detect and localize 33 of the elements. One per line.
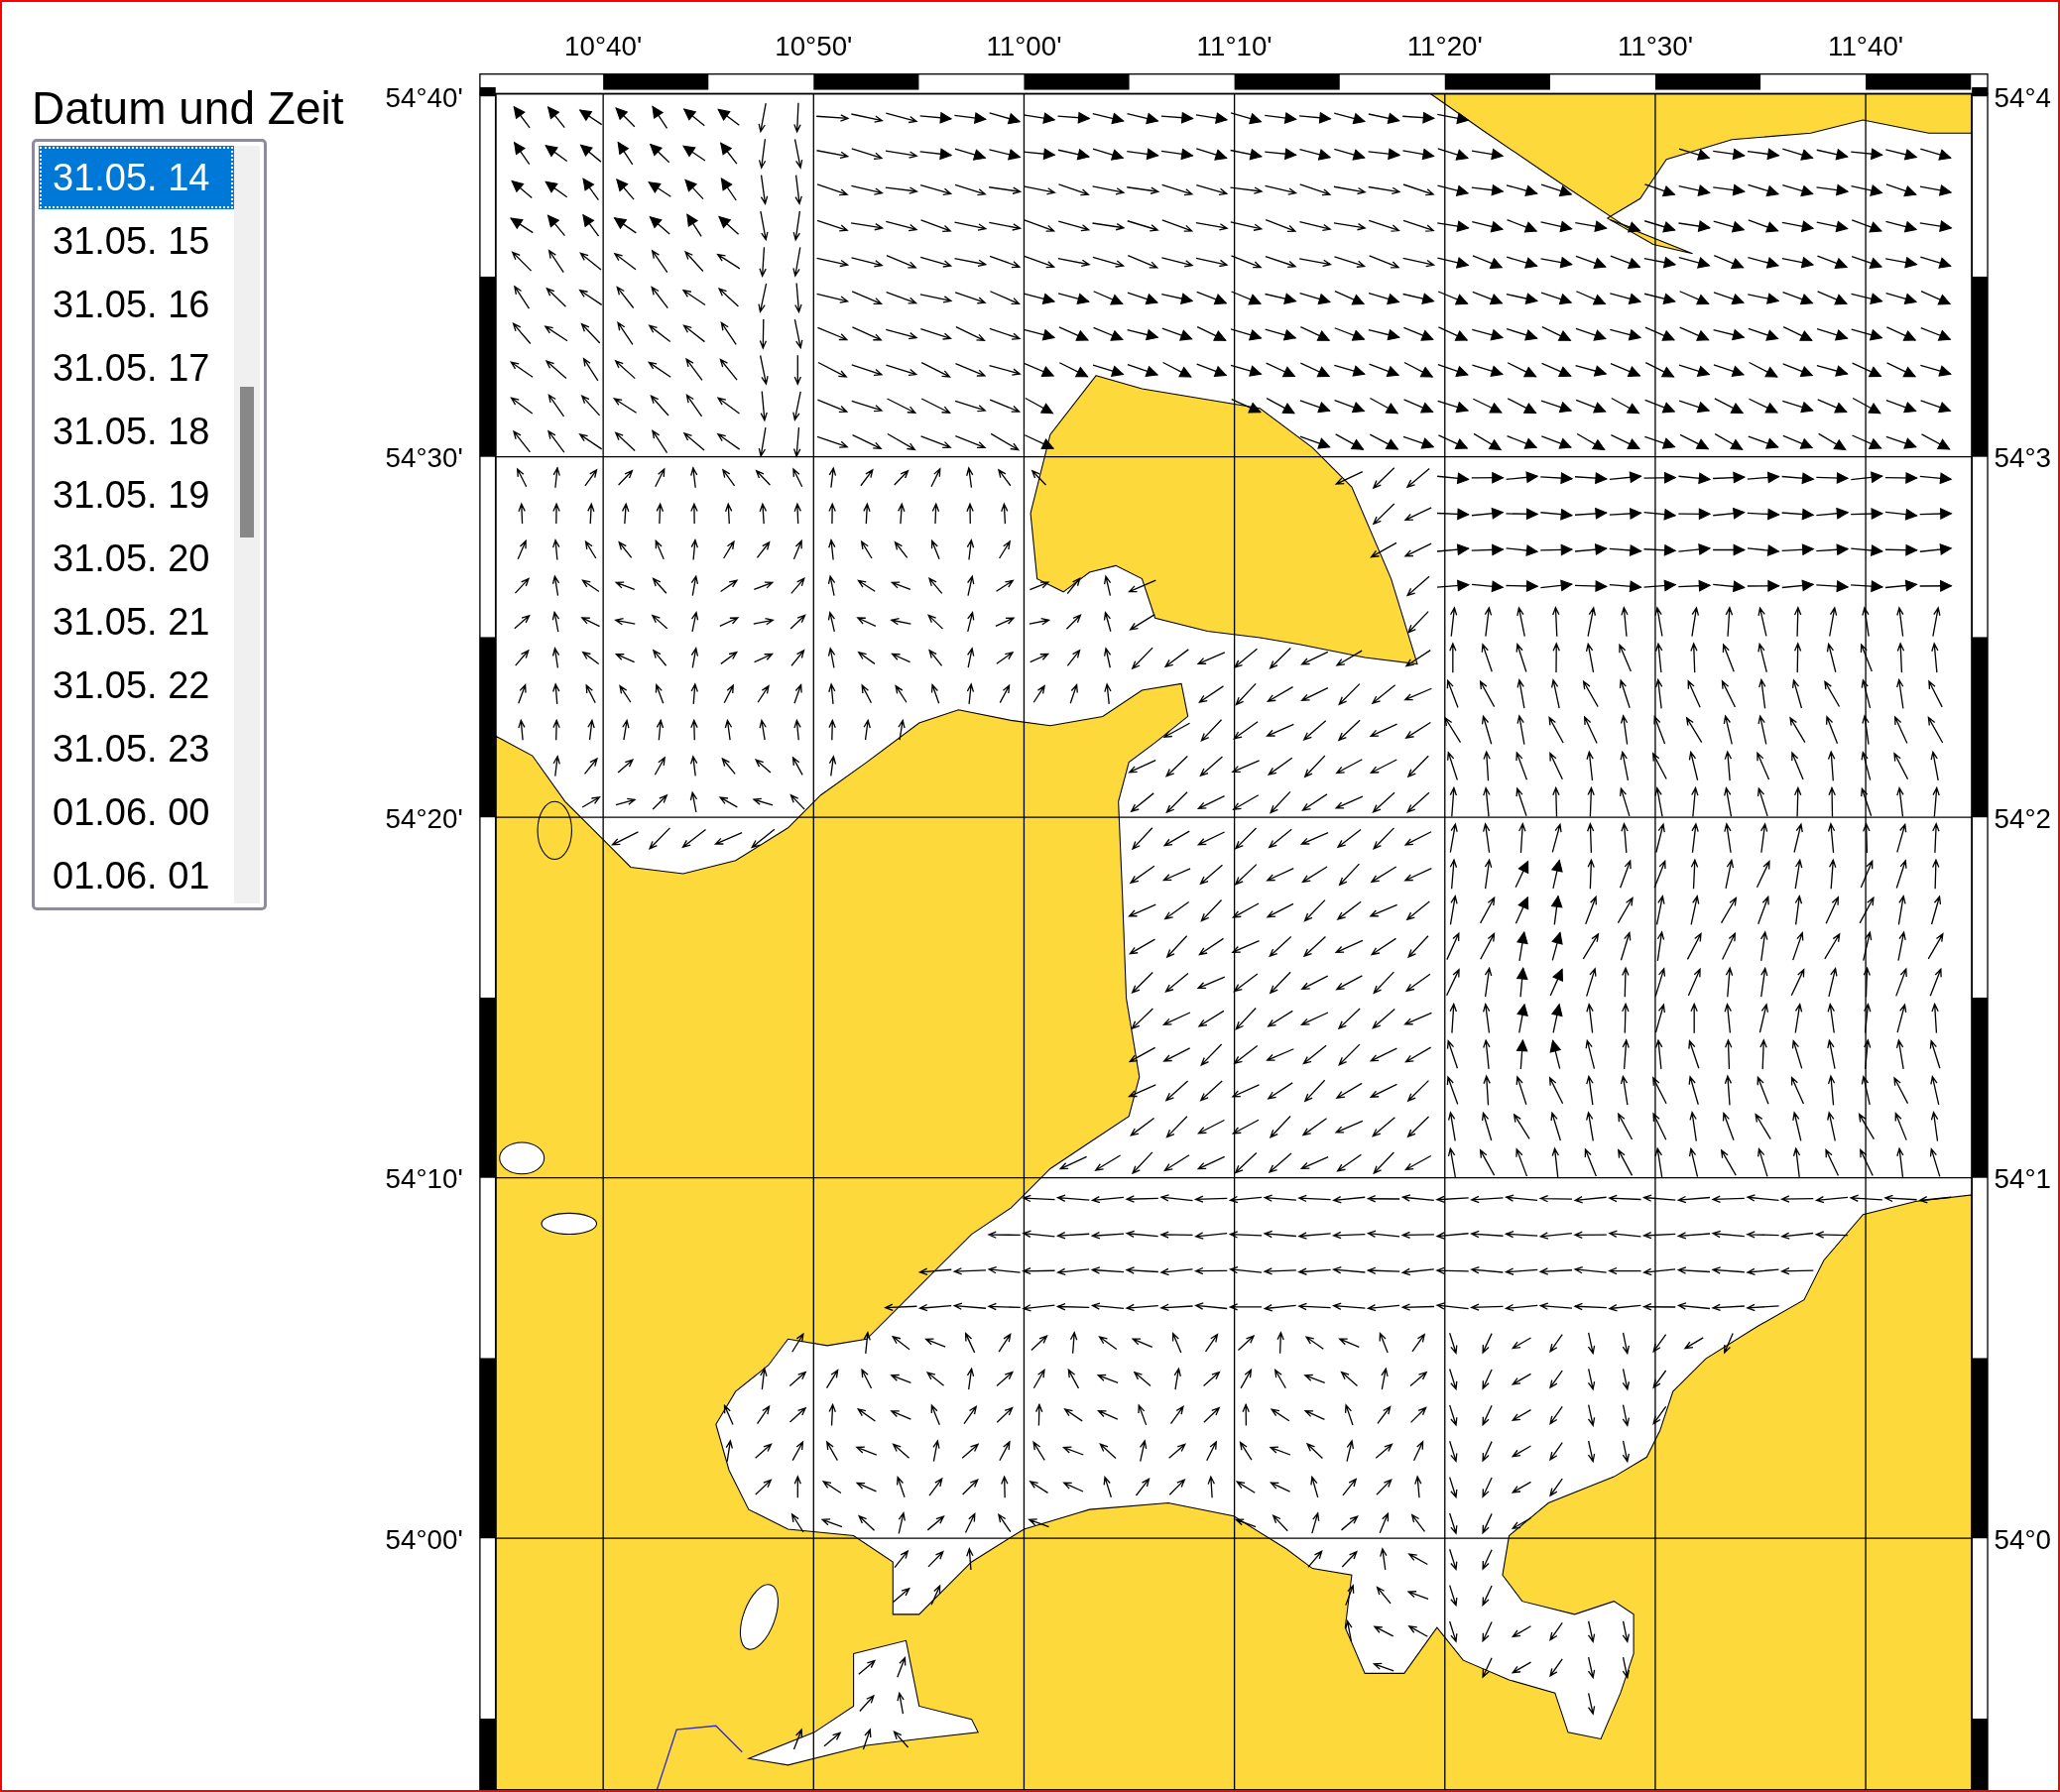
list-item[interactable]: 01.06. 00 [39,780,234,844]
scrollbar[interactable] [234,146,260,903]
longitude-label: 11°30' [1617,31,1693,62]
list-item[interactable]: 31.05. 21 [39,590,234,654]
latitude-label: 54°40' [385,81,463,113]
latitude-label: 54°20' [385,802,463,834]
longitude-label: 10°40' [564,31,643,62]
list-item[interactable]: 31.05. 15 [39,209,234,273]
list-item[interactable]: 31.05. 16 [39,273,234,336]
longitude-label: 11°00' [986,31,1062,62]
list-item[interactable]: 31.05. 18 [39,400,234,463]
list-item[interactable]: 31.05. 17 [39,336,234,400]
longitude-label: 10°50' [775,31,853,62]
longitude-label: 11°40' [1828,31,1904,62]
latitude-label: 54°3 [1994,442,2052,474]
list-item[interactable]: 31.05. 20 [39,527,234,590]
list-item[interactable]: 31.05. 22 [39,654,234,717]
list-item[interactable]: 01.06. 01 [39,844,234,907]
latitude-label: 54°1 [1994,1163,2052,1195]
latitude-label: 54°0 [1994,1523,2052,1555]
latitude-label: 54°00' [385,1523,463,1555]
longitude-label: 11°10' [1196,31,1272,62]
latitude-label: 54°2 [1994,802,2052,834]
list-item[interactable]: 31.05. 23 [39,717,234,780]
latitude-label: 54°30' [385,442,463,474]
longitude-label: 11°20' [1406,31,1483,62]
panel-title: Datum und Zeit [32,85,345,131]
latitude-label: 54°10' [385,1163,463,1195]
latitude-label: 54°4 [1994,81,2052,113]
date-time-list[interactable]: 31.05. 14 31.05. 15 31.05. 16 31.05. 17 31.05. 18 31.05. 19 31.05. 20 31.05. 21 31.05. 22 31.05. 23 01.06. 00 01.06. 01 [32,139,267,910]
list-item[interactable]: 31.05. 14 [39,146,234,209]
scrollbar-thumb[interactable] [240,387,254,538]
list-item[interactable]: 31.05. 19 [39,463,234,527]
